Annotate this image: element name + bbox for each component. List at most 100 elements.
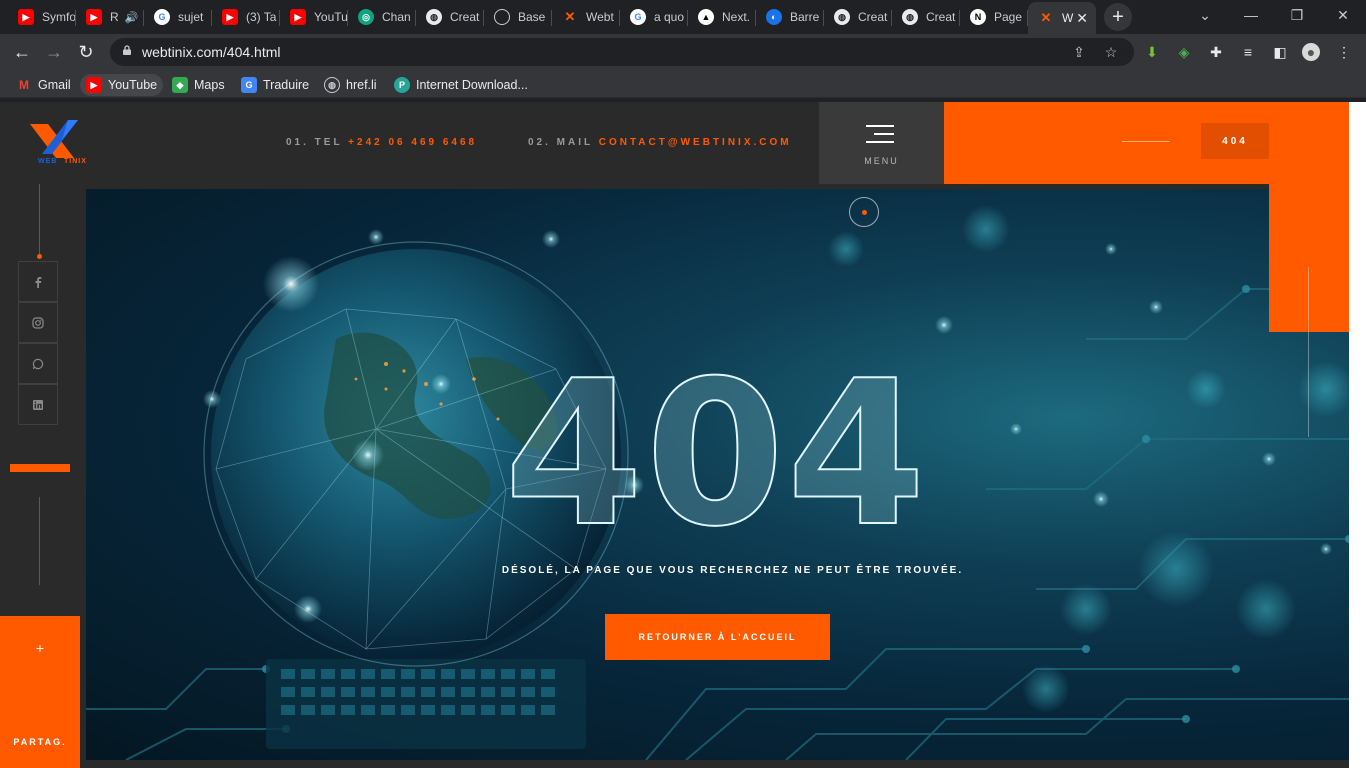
- right-accent-block: [1269, 184, 1349, 332]
- tab-title: Creat: [858, 10, 888, 24]
- vercel-icon: ▲: [698, 9, 714, 25]
- google-icon: G: [630, 9, 646, 25]
- extensions-puzzle-icon[interactable]: ✚: [1207, 43, 1225, 61]
- extension-icon[interactable]: ◈: [1175, 43, 1193, 61]
- tab-9[interactable]: ✕ Webt: [552, 4, 620, 30]
- tab-title: Creat: [926, 10, 956, 24]
- tab-title: Chan: [382, 10, 411, 24]
- tab-title: Page: [994, 10, 1023, 24]
- speaker-icon[interactable]: 🔊: [125, 11, 139, 24]
- globe-icon: ◍: [324, 77, 340, 93]
- tab-title: sujet: [178, 10, 204, 24]
- chrome-menu-icon[interactable]: ⋮: [1335, 43, 1353, 61]
- hero-section: 404 DÉSOLÉ, LA PAGE QUE VOUS RECHERCHEZ …: [86, 189, 1349, 760]
- page-scrollbar[interactable]: [1349, 102, 1366, 768]
- contact-mail-label: 02. MAIL: [528, 137, 593, 148]
- avatar[interactable]: ●: [1302, 43, 1320, 61]
- tab-10[interactable]: G a quo: [620, 4, 688, 30]
- bookmark-label: href.li: [346, 78, 377, 92]
- forward-button[interactable]: →: [41, 39, 67, 65]
- tab-title: Barre: [790, 10, 820, 24]
- chatgpt-icon: ◎: [358, 9, 374, 25]
- bookmark-hrefli[interactable]: ◍ href.li: [318, 74, 383, 96]
- tab-8[interactable]: Base: [484, 4, 552, 30]
- facebook-icon: [35, 276, 42, 288]
- bookmark-idm[interactable]: P Internet Download...: [388, 74, 534, 96]
- contact-phone[interactable]: 01. TEL +242 06 469 6468: [286, 137, 477, 148]
- tab-4[interactable]: ▶ (3) Ta: [212, 4, 280, 30]
- bookmark-traduire[interactable]: G Traduire: [235, 74, 315, 96]
- github-icon: [494, 9, 510, 25]
- close-window-button[interactable]: ✕: [1320, 0, 1366, 30]
- linkedin-button[interactable]: [18, 384, 58, 425]
- nextjs-icon: N: [970, 9, 986, 25]
- facebook-button[interactable]: [18, 261, 58, 302]
- back-home-button[interactable]: RETOURNER À L'ACCUEIL: [605, 614, 830, 660]
- url-text: webtinix.com/404.html: [142, 44, 281, 60]
- tab-strip: ▶ Symfo ▶ R 🔊 G sujet ▶ (3) Ta ▶ YouTu ◎…: [0, 0, 1366, 34]
- reload-button[interactable]: ↻: [73, 39, 99, 65]
- instagram-button[interactable]: [18, 302, 58, 343]
- lock-icon[interactable]: [122, 45, 132, 55]
- bookmark-label: Traduire: [263, 78, 310, 92]
- media-control-icon[interactable]: ≡: [1239, 43, 1257, 61]
- site-header: WEB TINIX 01. TEL +242 06 469 6468 02. M…: [0, 102, 1366, 184]
- ball-icon: ◐: [766, 9, 782, 25]
- contact-mail-value[interactable]: CONTACT@WEBTINIX.COM: [599, 137, 792, 148]
- webtinix-logo[interactable]: WEB TINIX: [28, 118, 98, 168]
- globe-icon: ◍: [902, 9, 918, 25]
- share-plus-icon[interactable]: +: [0, 640, 80, 656]
- tab-active[interactable]: ✕ W ✕: [1028, 2, 1096, 34]
- tab-14[interactable]: ◍ Creat: [892, 4, 960, 30]
- tab-15[interactable]: N Page: [960, 4, 1028, 30]
- contact-phone-label: 01. TEL: [286, 137, 343, 148]
- tab-search-icon[interactable]: ⌄: [1182, 0, 1228, 30]
- minimize-button[interactable]: —: [1228, 0, 1274, 30]
- tab-11[interactable]: ▲ Next.: [688, 4, 756, 30]
- tab-3[interactable]: G sujet: [144, 4, 212, 30]
- bookmark-gmail[interactable]: M Gmail: [10, 74, 77, 96]
- bookmark-maps[interactable]: ◆ Maps: [166, 74, 231, 96]
- rail-line-top: [39, 184, 40, 256]
- close-tab-icon[interactable]: ✕: [1076, 10, 1088, 27]
- contact-phone-value[interactable]: +242 06 469 6468: [348, 137, 477, 148]
- bookmark-youtube[interactable]: ▶ YouTube: [80, 74, 164, 96]
- linkedin-icon: [33, 399, 43, 410]
- tab-title: Symfo: [42, 10, 76, 24]
- share-panel[interactable]: + PARTAG.: [0, 616, 80, 768]
- whatsapp-icon: [32, 358, 44, 369]
- whatsapp-button[interactable]: [18, 343, 58, 384]
- tab-title: a quo: [654, 10, 685, 24]
- logo-text-web: WEB: [38, 158, 58, 165]
- error-message: DÉSOLÉ, LA PAGE QUE VOUS RECHERCHEZ NE P…: [501, 565, 964, 576]
- tab-1[interactable]: ▶ Symfo: [8, 4, 76, 30]
- back-button[interactable]: ←: [9, 39, 35, 65]
- new-tab-button[interactable]: +: [1104, 3, 1132, 31]
- contact-mail[interactable]: 02. MAIL CONTACT@WEBTINIX.COM: [528, 137, 792, 148]
- youtube-icon: ▶: [222, 9, 238, 25]
- menu-label: MENU: [864, 156, 899, 166]
- address-bar[interactable]: webtinix.com/404.html ⇪ ☆: [110, 38, 1134, 66]
- tab-12[interactable]: ◐ Barre: [756, 4, 824, 30]
- accent-divider: [1122, 141, 1170, 142]
- tab-5[interactable]: ▶ YouTu: [280, 4, 348, 30]
- scroll-indicator[interactable]: [849, 197, 879, 227]
- download-extension-icon[interactable]: ⬇: [1143, 43, 1161, 61]
- side-panel-icon[interactable]: ◧: [1271, 43, 1289, 61]
- restore-button[interactable]: ❐: [1274, 0, 1320, 30]
- tab-7[interactable]: ◍ Creat: [416, 4, 484, 30]
- instagram-icon: [32, 316, 44, 329]
- tab-13[interactable]: ◍ Creat: [824, 4, 892, 30]
- menu-button[interactable]: MENU: [819, 102, 944, 184]
- google-icon: G: [154, 9, 170, 25]
- tab-2[interactable]: ▶ R 🔊: [76, 4, 144, 30]
- tab-title: Creat: [450, 10, 480, 24]
- share-icon[interactable]: ⇪: [1071, 44, 1087, 60]
- rail-dot: [37, 254, 42, 259]
- tab-title: Base: [518, 10, 546, 24]
- bookmark-star-icon[interactable]: ☆: [1103, 44, 1119, 60]
- idm-icon: P: [394, 77, 410, 93]
- tab-6[interactable]: ◎ Chan: [348, 4, 416, 30]
- rail-accent-bar: [10, 464, 70, 472]
- logo-text-tinix: TINIX: [64, 158, 87, 165]
